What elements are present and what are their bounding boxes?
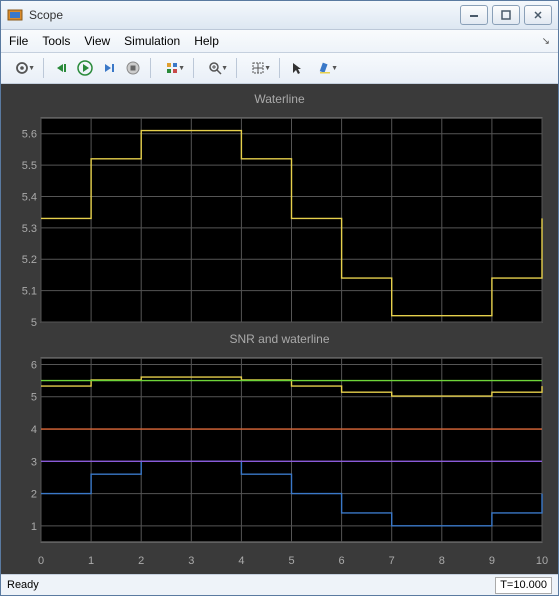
chart1-title: Waterline [9,92,550,108]
stop-button[interactable] [122,57,144,79]
statusbar: Ready T=10.000 [1,574,558,595]
scope-app-icon [7,7,23,23]
svg-text:2: 2 [31,489,37,501]
chart-snr-waterline[interactable]: 1 2 3 4 5 6 [9,354,550,546]
chart2-title: SNR and waterline [9,332,550,348]
autoscale-button[interactable]: ▼ [243,57,273,79]
menu-tools[interactable]: Tools [42,34,70,48]
run-button[interactable] [74,57,96,79]
svg-text:7: 7 [389,555,395,567]
svg-text:6: 6 [31,359,37,371]
svg-text:6: 6 [339,555,345,567]
svg-text:5.5: 5.5 [22,160,37,172]
menu-view[interactable]: View [84,34,110,48]
highlight-button[interactable]: ▼ [310,57,340,79]
svg-text:8: 8 [439,555,445,567]
menu-simulation[interactable]: Simulation [124,34,180,48]
svg-text:5.6: 5.6 [22,129,37,141]
svg-text:5: 5 [31,392,37,404]
chart-waterline[interactable]: 5 5.1 5.2 5.3 5.4 5.5 5.6 [9,114,550,326]
svg-text:3: 3 [31,456,37,468]
svg-text:5.2: 5.2 [22,254,37,266]
scope-window: Scope File Tools View Simulation Help ↘ … [0,0,559,596]
svg-text:0: 0 [38,555,44,567]
svg-text:1: 1 [31,521,37,533]
configure-button[interactable]: ▼ [7,57,37,79]
toolbar: ▼ ▼ ▼ ▼ ▼ [1,53,558,84]
svg-text:4: 4 [31,424,37,436]
titlebar[interactable]: Scope [1,1,558,30]
status-text: Ready [7,579,39,591]
svg-text:2: 2 [138,555,144,567]
x-axis-labels: 0 1 2 3 4 5 6 7 8 9 10 [9,552,550,570]
menu-file[interactable]: File [9,34,28,48]
svg-text:4: 4 [238,555,244,567]
step-forward-button[interactable] [98,57,120,79]
minimize-button[interactable] [460,5,488,25]
plot-area: Waterline 5 5.1 5.2 5.3 5.4 5.5 5.6 SNR and wa… [1,84,558,574]
svg-text:1: 1 [88,555,94,567]
menubar: File Tools View Simulation Help ↘ [1,30,558,53]
maximize-button[interactable] [492,5,520,25]
cursor-button[interactable] [286,57,308,79]
svg-text:5.1: 5.1 [22,286,37,298]
menu-help[interactable]: Help [194,34,219,48]
svg-text:5.3: 5.3 [22,223,37,235]
zoom-button[interactable]: ▼ [200,57,230,79]
triggers-button[interactable]: ▼ [157,57,187,79]
window-title: Scope [29,8,456,22]
svg-text:5: 5 [31,317,37,326]
svg-text:10: 10 [536,555,548,567]
toolbar-options-icon[interactable]: ↘ [542,36,550,47]
svg-text:9: 9 [489,555,495,567]
step-back-button[interactable] [50,57,72,79]
close-button[interactable] [524,5,552,25]
svg-text:5.4: 5.4 [22,191,37,203]
svg-text:5: 5 [288,555,294,567]
svg-text:3: 3 [188,555,194,567]
sim-time: T=10.000 [495,577,552,594]
